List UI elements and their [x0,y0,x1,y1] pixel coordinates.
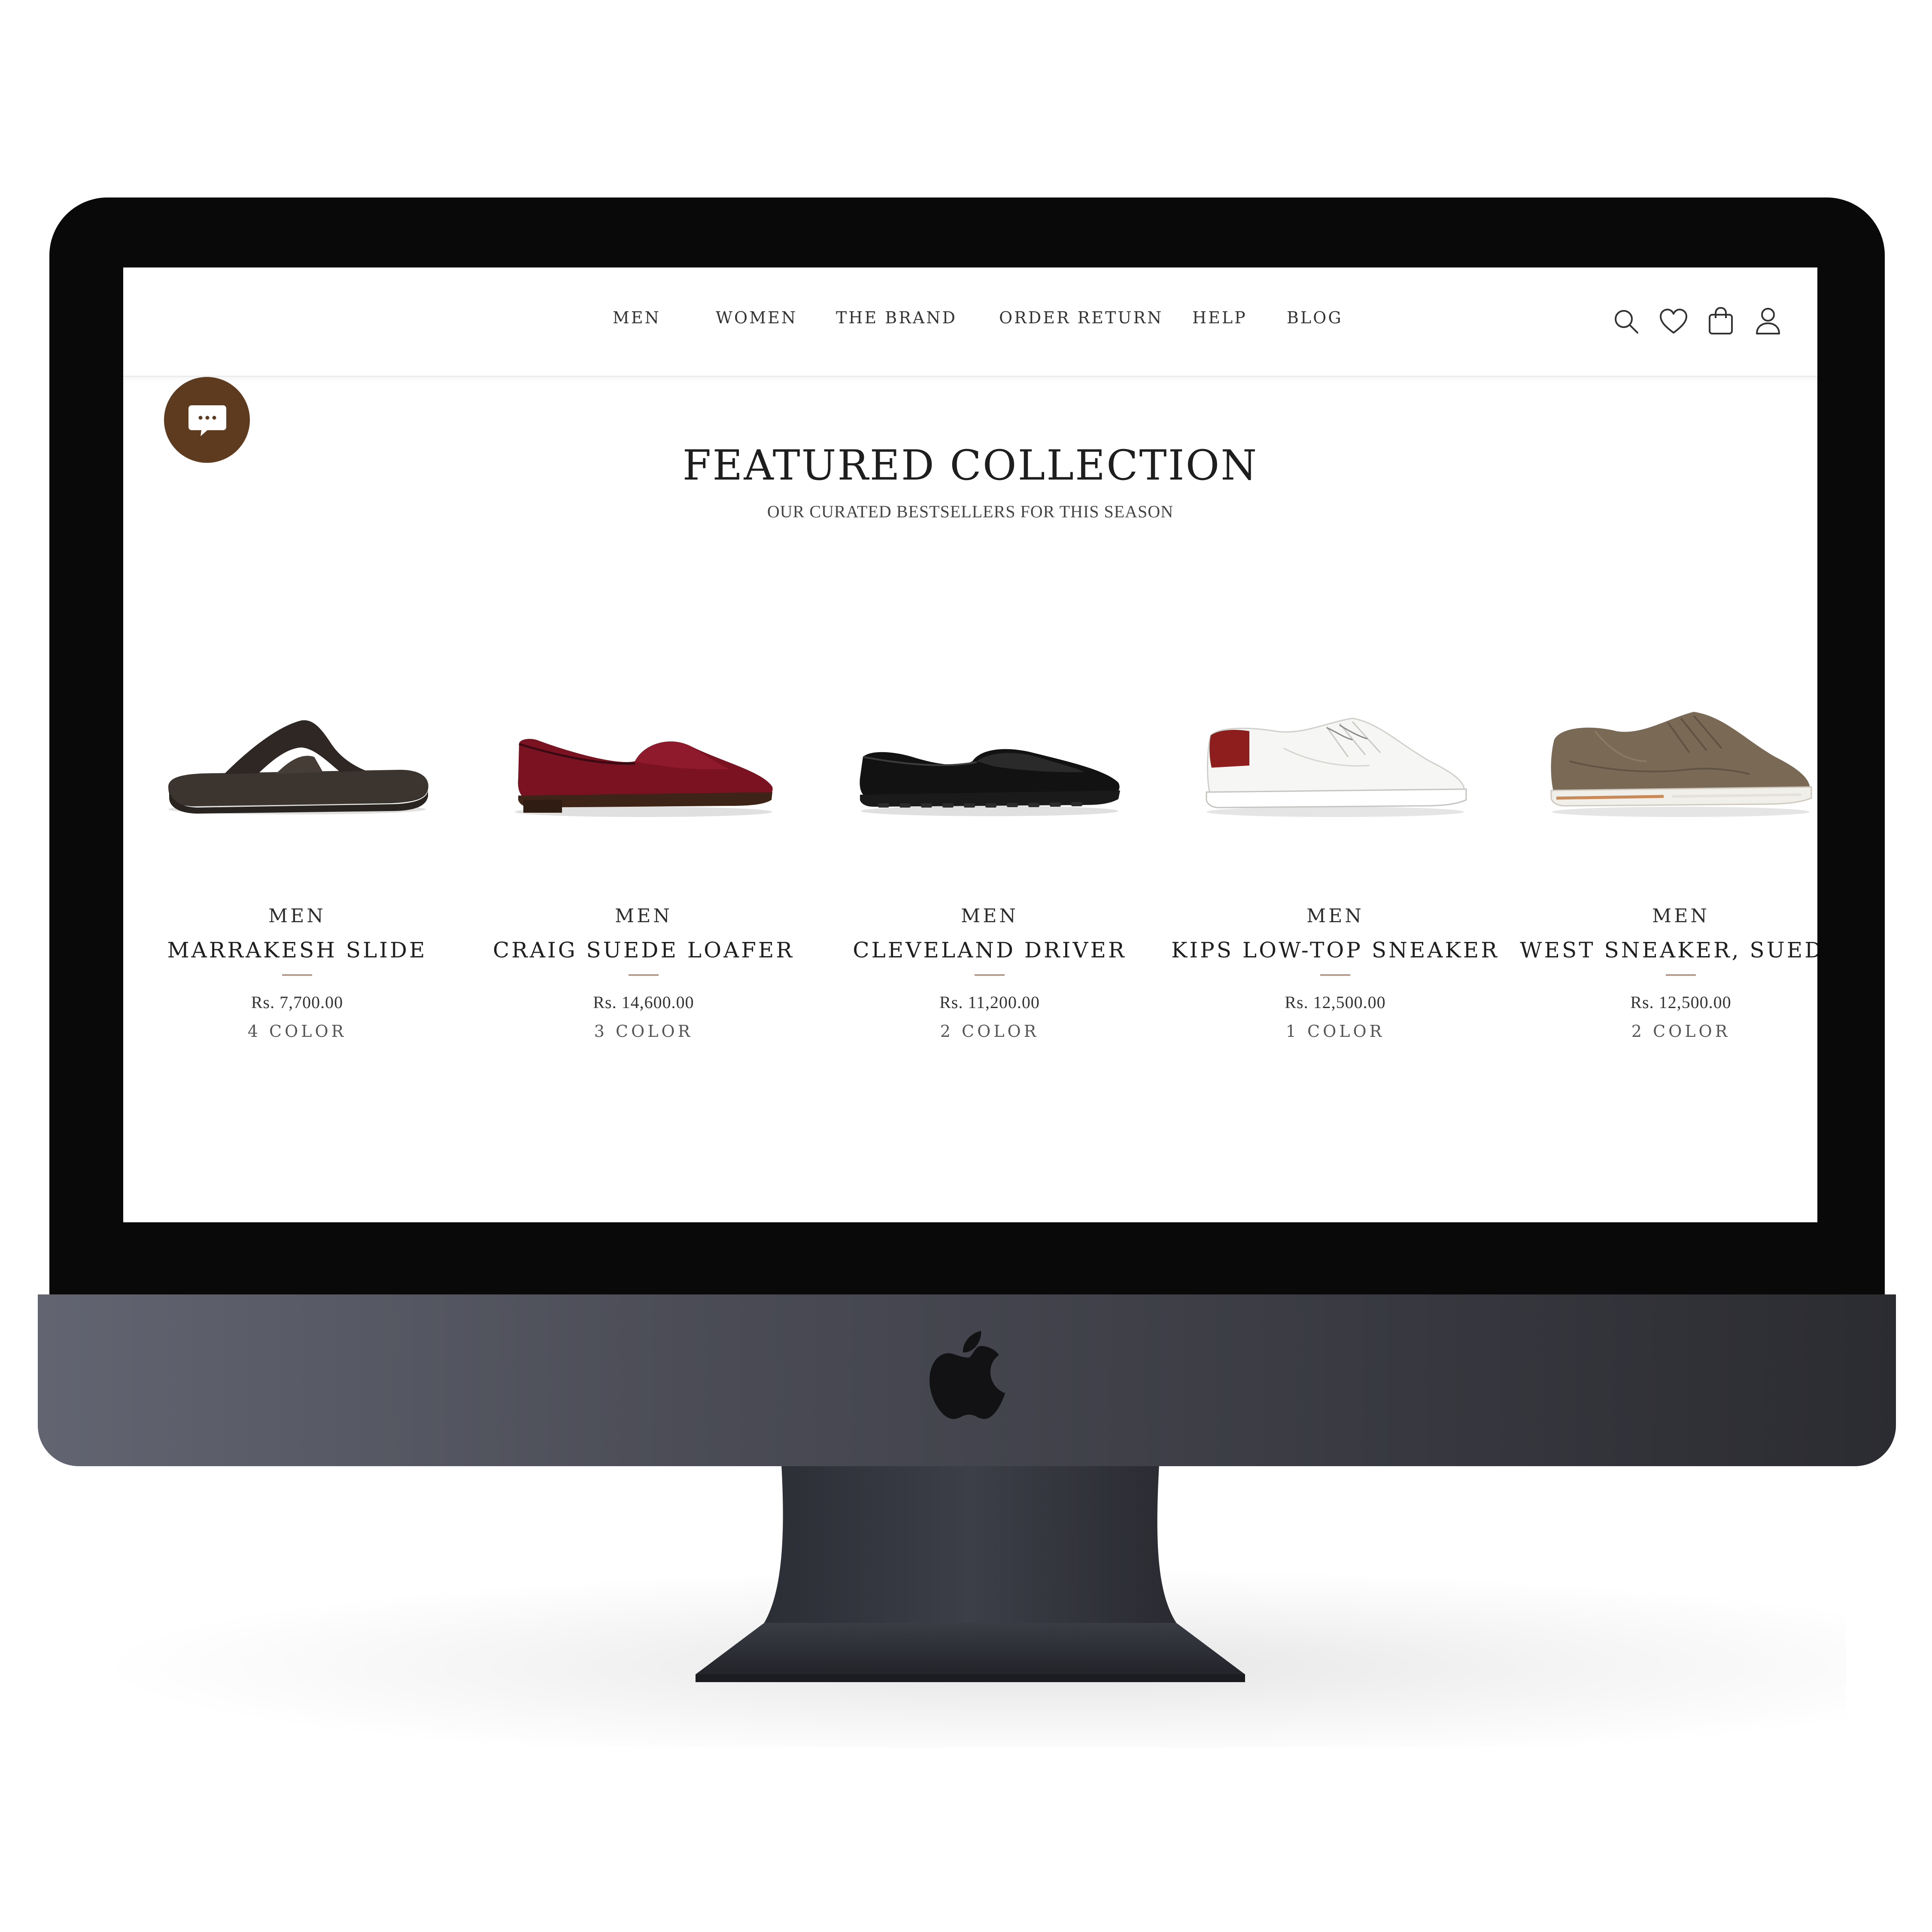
product-category: MEN [615,905,672,927]
loafer-icon [515,739,773,817]
product-category: MEN [1306,905,1364,927]
product-category: MEN [1652,905,1710,927]
site-header: MEN WOMEN THE BRAND ORDER RETURN HELP BL… [123,267,1817,377]
main-nav: MEN WOMEN THE BRAND ORDER RETURN HELP BL… [123,308,1817,334]
nav-item-men[interactable]: MEN [613,308,661,327]
product-color-count: 3 COLOR [594,1022,693,1041]
product-name[interactable]: MARRAKESH SLIDE [125,935,469,966]
driving-moccasin-icon [860,749,1120,816]
nav-item-women[interactable]: WOMEN [716,308,797,327]
product-name[interactable]: KIPS LOW-TOP SNEAKER [1163,935,1507,966]
nav-item-order-return[interactable]: ORDER RETURN [999,308,1163,327]
imac-mockup: MEN WOMEN THE BRAND ORDER RETURN HELP BL… [0,0,1932,1932]
product-card[interactable]: MEN CRAIG SUEDE LOAFER Rs. 14,600.00 3 C… [472,697,815,1041]
product-card[interactable]: MEN WEST SNEAKER, SUEDE Rs. 12,500.00 2 … [1509,697,1817,1041]
product-image[interactable] [1198,697,1473,826]
nav-item-blog[interactable]: BLOG [1287,308,1343,327]
divider [282,974,312,976]
sandal-icon [168,720,428,814]
product-image[interactable] [852,697,1127,826]
nav-item-help[interactable]: HELP [1192,308,1247,327]
chat-bubble-icon [188,405,226,436]
product-price: Rs. 14,600.00 [593,993,694,1012]
product-color-count: 2 COLOR [1631,1022,1731,1041]
apple-logo-icon [930,1331,1005,1419]
nav-item-the-brand[interactable]: THE BRAND [836,308,957,327]
product-image[interactable] [506,697,781,826]
search-icon[interactable] [1611,306,1642,337]
suede-sneaker-icon [1550,712,1812,817]
product-image[interactable] [160,697,434,826]
product-name[interactable]: CLEVELAND DRIVER [818,935,1161,966]
product-image[interactable] [1543,697,1817,826]
product-color-count: 1 COLOR [1285,1022,1385,1041]
shopping-bag-icon[interactable] [1705,305,1736,336]
sneaker-icon [1206,717,1467,817]
browser-screen: MEN WOMEN THE BRAND ORDER RETURN HELP BL… [123,267,1817,1222]
product-price: Rs. 12,500.00 [1285,993,1386,1012]
divider [629,974,659,976]
section-subtitle: OUR CURATED BESTSELLERS FOR THIS SEASON [767,502,1174,521]
product-price: Rs. 11,200.00 [939,993,1040,1012]
imac-stand [696,1464,1245,1682]
section-title: FEATURED COLLECTION [682,441,1258,489]
product-card[interactable]: MEN MARRAKESH SLIDE Rs. 7,700.00 4 COLOR [125,697,469,1041]
product-grid: MEN MARRAKESH SLIDE Rs. 7,700.00 4 COLOR [123,697,1817,1212]
divider [975,974,1005,976]
product-color-count: 4 COLOR [247,1022,347,1041]
product-category: MEN [961,905,1018,927]
product-name[interactable]: WEST SNEAKER, SUEDE [1509,935,1817,966]
user-icon[interactable] [1753,305,1783,336]
product-category: MEN [268,905,326,927]
product-card[interactable]: MEN KIPS LOW-TOP SNEAKER Rs. 12,500.00 1… [1163,697,1507,1041]
product-color-count: 2 COLOR [940,1022,1039,1041]
product-name[interactable]: CRAIG SUEDE LOAFER [472,935,815,966]
divider [1320,974,1350,976]
product-price: Rs. 7,700.00 [251,993,343,1012]
heart-icon[interactable] [1658,306,1689,337]
divider [1666,974,1696,976]
product-price: Rs. 12,500.00 [1630,993,1732,1012]
product-card[interactable]: MEN CLEVELAND DRIVER Rs. 11,200.00 2 COL… [818,697,1161,1041]
